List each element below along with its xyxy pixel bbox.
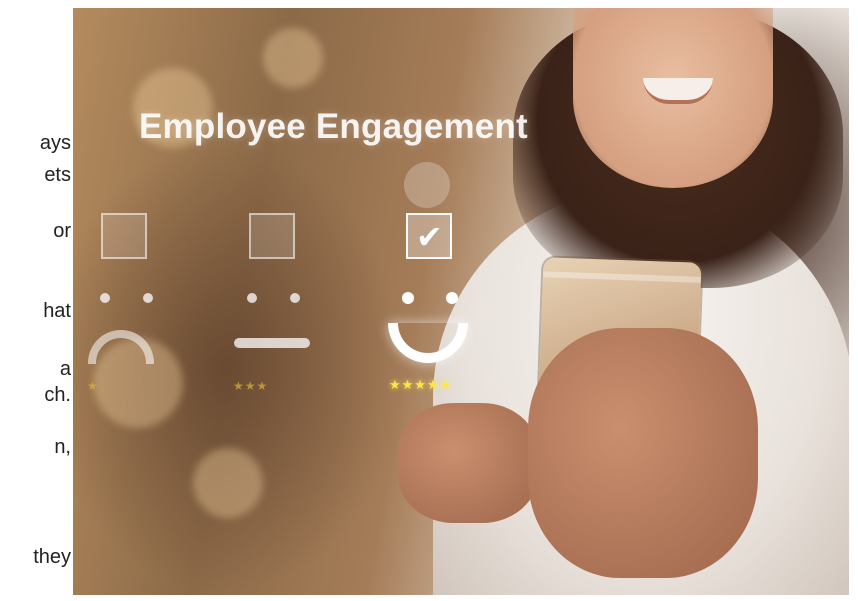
three-star-rating: ★★★ xyxy=(233,379,269,393)
eye-dot xyxy=(143,293,153,303)
text-fragment: ch. xyxy=(44,384,71,406)
eye-dot xyxy=(100,293,110,303)
five-star-rating: ★★★★★ xyxy=(389,378,453,393)
phone-edge xyxy=(542,271,702,283)
text-fragment: they xyxy=(33,546,71,568)
bokeh-light xyxy=(263,28,323,88)
left-hand xyxy=(398,403,538,523)
text-fragment: ays xyxy=(39,132,71,154)
text-fragment: hat xyxy=(43,300,71,322)
checkbox-unhappy xyxy=(101,213,147,259)
eye-dot xyxy=(402,292,414,304)
right-hand xyxy=(528,328,758,578)
side-text-panel: ays ets or hat a ch. n, they xyxy=(0,112,73,601)
headline: Employee Engagement xyxy=(139,107,528,146)
sad-mouth-icon xyxy=(88,330,154,364)
text-fragment: ets xyxy=(44,164,71,186)
text-fragment: or xyxy=(53,220,71,242)
background-photo: Employee Engagement ★ ★★★ ✔ ★★★★★ xyxy=(73,8,849,595)
text-fragment: a xyxy=(59,358,71,380)
eye-dot xyxy=(446,292,458,304)
eye-dot xyxy=(290,293,300,303)
check-icon: ✔ xyxy=(416,218,443,256)
checkbox-happy-checked: ✔ xyxy=(406,213,452,259)
bokeh-light xyxy=(193,448,263,518)
checkbox-neutral xyxy=(249,213,295,259)
one-star-rating: ★ xyxy=(87,379,99,393)
text-fragment: n, xyxy=(54,436,71,458)
floating-circle xyxy=(404,162,450,208)
eye-dot xyxy=(247,293,257,303)
neutral-mouth-icon xyxy=(234,338,310,348)
